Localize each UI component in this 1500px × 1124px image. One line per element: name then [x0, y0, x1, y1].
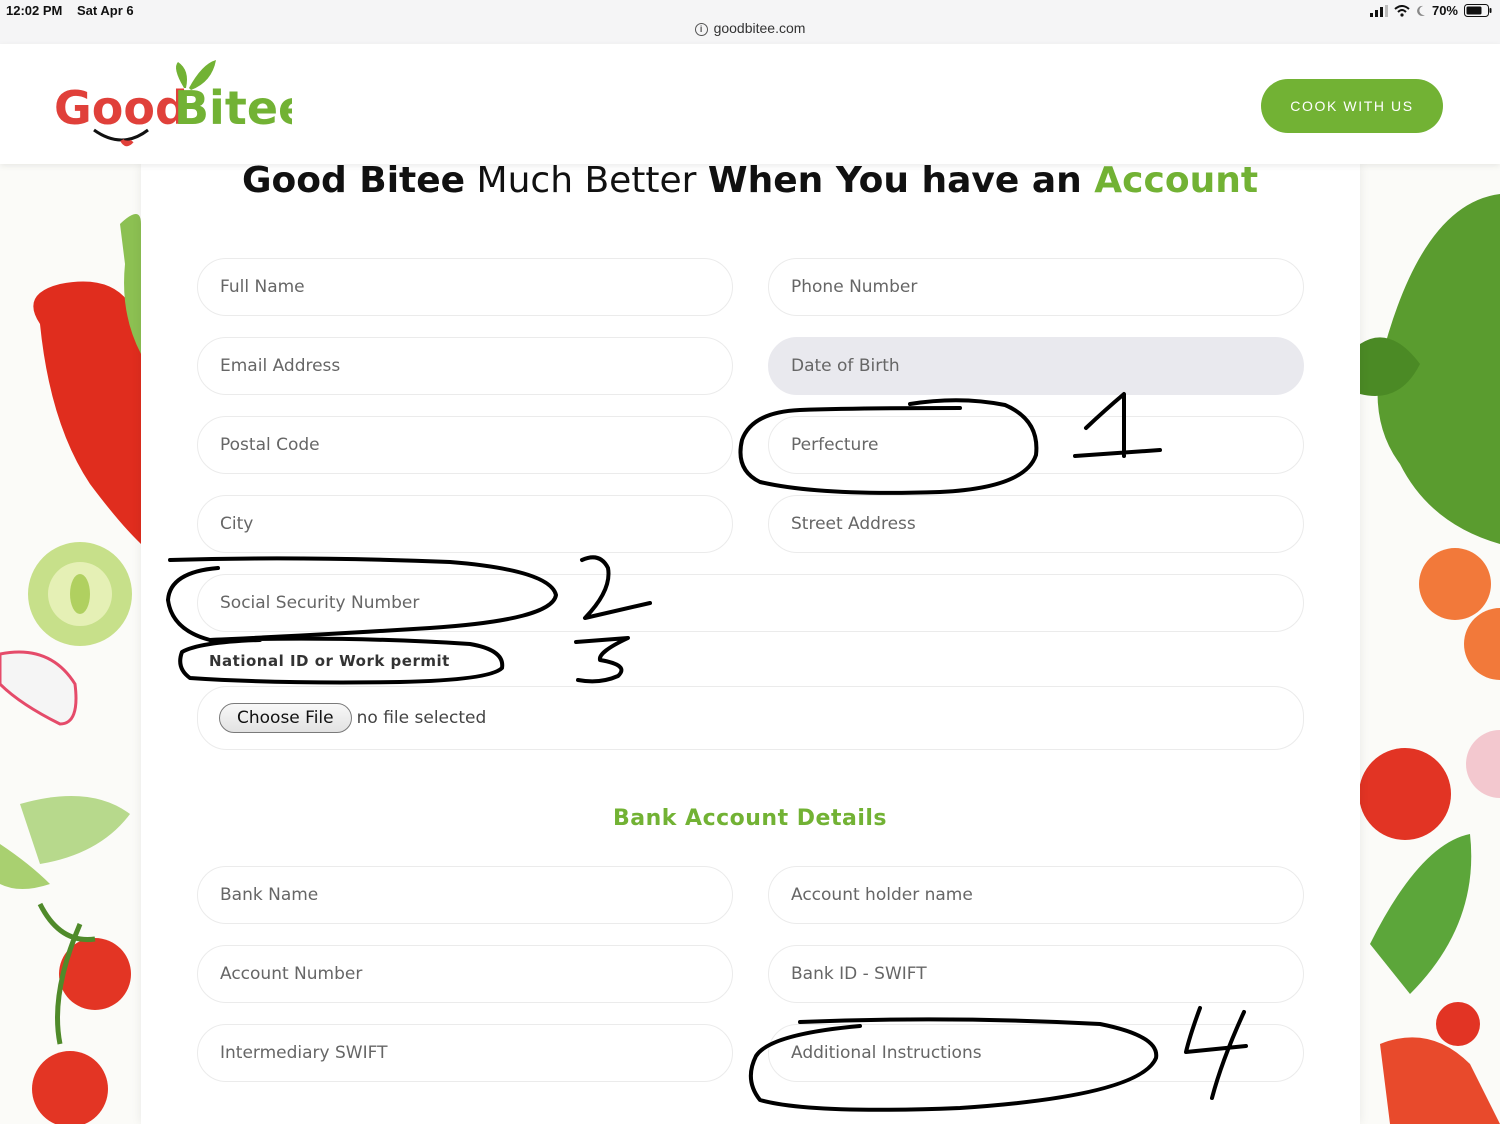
street-address-placeholder: Street Address: [791, 514, 916, 534]
battery-icon: [1464, 4, 1492, 17]
account-holder-placeholder: Account holder name: [791, 885, 973, 905]
bank-name-field[interactable]: Bank Name: [197, 866, 733, 924]
additional-instructions-placeholder: Additional Instructions: [791, 1043, 982, 1063]
battery-percent: 70%: [1431, 3, 1458, 18]
headline-much-better: Much Better: [465, 160, 708, 201]
wifi-icon: [1394, 4, 1410, 17]
perfecture-field[interactable]: Perfecture: [768, 416, 1304, 474]
national-id-file-input[interactable]: Choose File no file selected: [197, 686, 1304, 750]
perfecture-placeholder: Perfecture: [791, 435, 879, 455]
goodbitee-logo[interactable]: Good Bitee: [52, 58, 292, 153]
intermediary-swift-placeholder: Intermediary SWIFT: [220, 1043, 388, 1063]
bank-section-title: Bank Account Details: [612, 806, 887, 831]
status-indicators: 70%: [1369, 3, 1492, 18]
url-text: goodbitee.com: [713, 20, 806, 36]
national-id-label: National ID or Work permit: [209, 652, 450, 670]
additional-instructions-field[interactable]: Additional Instructions: [768, 1024, 1304, 1082]
ssn-placeholder: Social Security Number: [220, 593, 420, 613]
bank-id-swift-placeholder: Bank ID - SWIFT: [791, 964, 927, 984]
logo-word-bitee: Bitee: [174, 81, 292, 135]
status-bar: 12:02 PM Sat Apr 6 70% i goodbitee.com: [0, 0, 1500, 44]
vegetables-left-decor: [0, 214, 141, 1124]
full-name-placeholder: Full Name: [220, 277, 305, 297]
site-header: Good Bitee COOK WITH US: [0, 44, 1500, 164]
moon-icon: [1417, 5, 1425, 16]
bank-name-placeholder: Bank Name: [220, 885, 319, 905]
social-security-number-field[interactable]: Social Security Number: [197, 574, 1304, 632]
account-number-field[interactable]: Account Number: [197, 945, 733, 1003]
postal-code-placeholder: Postal Code: [220, 435, 320, 455]
cook-with-us-button[interactable]: COOK WITH US: [1261, 79, 1443, 133]
status-time: 12:02 PM: [6, 3, 63, 18]
info-icon: i: [694, 23, 708, 36]
choose-file-button[interactable]: Choose File: [219, 703, 352, 733]
headline-when: When You have an: [707, 160, 1095, 201]
file-status-text: no file selected: [356, 708, 487, 728]
full-name-field[interactable]: Full Name: [197, 258, 733, 316]
headline-brand: Good Bitee: [241, 160, 466, 201]
vegetables-right-decor: [1360, 194, 1500, 1124]
phone-number-placeholder: Phone Number: [791, 277, 918, 297]
email-address-field[interactable]: Email Address: [197, 337, 733, 395]
account-number-placeholder: Account Number: [220, 964, 363, 984]
cellular-signal-icon: [1369, 4, 1388, 17]
postal-code-field[interactable]: Postal Code: [197, 416, 733, 474]
city-placeholder: City: [220, 514, 254, 534]
logo-word-good: Good: [54, 81, 188, 135]
phone-number-field[interactable]: Phone Number: [768, 258, 1304, 316]
email-address-placeholder: Email Address: [220, 356, 341, 376]
date-of-birth-placeholder: Date of Birth: [791, 356, 900, 376]
city-field[interactable]: City: [197, 495, 733, 553]
address-bar[interactable]: i goodbitee.com: [0, 20, 1500, 36]
account-holder-field[interactable]: Account holder name: [768, 866, 1304, 924]
status-date: Sat Apr 6: [77, 3, 134, 18]
headline-account: Account: [1094, 160, 1259, 201]
street-address-field[interactable]: Street Address: [768, 495, 1304, 553]
page-title: Good Bitee Much Better When You have an …: [0, 160, 1500, 201]
bank-id-swift-field[interactable]: Bank ID - SWIFT: [768, 945, 1304, 1003]
date-of-birth-field[interactable]: Date of Birth: [768, 337, 1304, 395]
intermediary-swift-field[interactable]: Intermediary SWIFT: [197, 1024, 733, 1082]
